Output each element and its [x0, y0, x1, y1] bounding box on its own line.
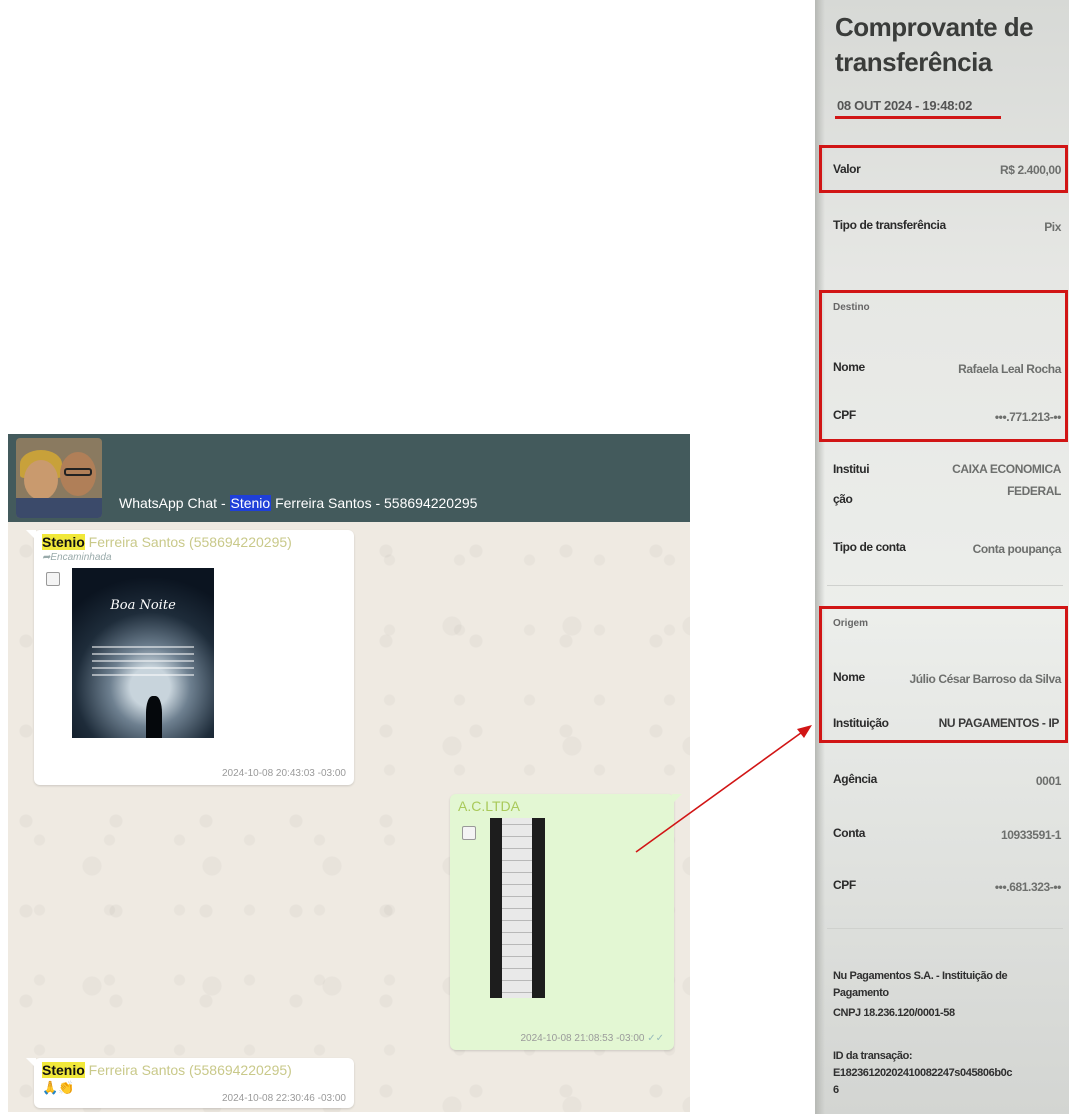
- origem-nome-label: Nome: [833, 670, 865, 684]
- destino-nome-value: Rafaela Leal Rocha: [958, 362, 1061, 376]
- origem-nome-value: Júlio César Barroso da Silva: [909, 672, 1061, 686]
- divider: [827, 928, 1063, 929]
- tipo-conta-label: Tipo de conta: [833, 540, 906, 554]
- transaction-id-value-line2: 6: [833, 1084, 839, 1096]
- destino-instituicao-label-line1: Institui: [833, 462, 870, 476]
- transaction-id-value-line1: E18236120202410082247s045806b0c: [833, 1067, 1013, 1079]
- divider: [827, 585, 1063, 586]
- origem-section-label: Origem: [833, 618, 869, 629]
- valor-label: Valor: [833, 162, 861, 176]
- origem-cpf-label: CPF: [833, 878, 856, 892]
- transaction-id-block: ID da transação: E18236120202410082247s0…: [833, 1048, 1069, 1099]
- valor-value: R$ 2.400,00: [1000, 163, 1061, 177]
- destino-instituicao-label-line2: ção: [833, 492, 853, 506]
- destino-instituicao-value-line2: FEDERAL: [1007, 484, 1061, 498]
- composite-evidence-image: WhatsApp Chat - Stenio Ferreira Santos -…: [0, 0, 1069, 1114]
- transfer-receipt: Comprovante de transferência 08 OUT 2024…: [815, 0, 1069, 1114]
- tipo-transferencia-label: Tipo de transferência: [833, 218, 946, 232]
- date-underline: [835, 116, 1001, 119]
- transaction-id-label: ID da transação:: [833, 1050, 913, 1062]
- origem-cpf-value: •••.681.323-••: [994, 880, 1062, 894]
- origem-instituicao-value: NU PAGAMENTOS - IP: [938, 716, 1060, 730]
- footer-company: Nu Pagamentos S.A. - Instituição de Paga…: [833, 968, 1065, 1022]
- tipo-conta-value: Conta poupança: [972, 542, 1062, 556]
- agencia-label: Agência: [833, 772, 877, 786]
- destino-cpf-value: •••.771.213-••: [994, 410, 1062, 424]
- destino-section-label: Destino: [833, 302, 870, 313]
- footer-cnpj: CNPJ 18.236.120/0001-58: [833, 1007, 955, 1019]
- destino-cpf-label: CPF: [833, 408, 856, 422]
- receipt-date: 08 OUT 2024 - 19:48:02: [837, 98, 973, 113]
- footer-company-line2: Pagamento: [833, 987, 889, 999]
- origem-instituicao-label: Instituição: [833, 716, 889, 730]
- agencia-value: 0001: [1035, 774, 1062, 788]
- destino-instituicao-value-line1: CAIXA ECONOMICA: [952, 462, 1061, 476]
- tipo-transferencia-value: Pix: [1044, 220, 1061, 234]
- conta-value: 10933591-1: [1000, 828, 1061, 842]
- destino-nome-label: Nome: [833, 360, 865, 374]
- footer-company-line1: Nu Pagamentos S.A. - Instituição de: [833, 970, 1008, 982]
- receipt-title: Comprovante de transferência: [835, 12, 1034, 77]
- conta-label: Conta: [833, 826, 865, 840]
